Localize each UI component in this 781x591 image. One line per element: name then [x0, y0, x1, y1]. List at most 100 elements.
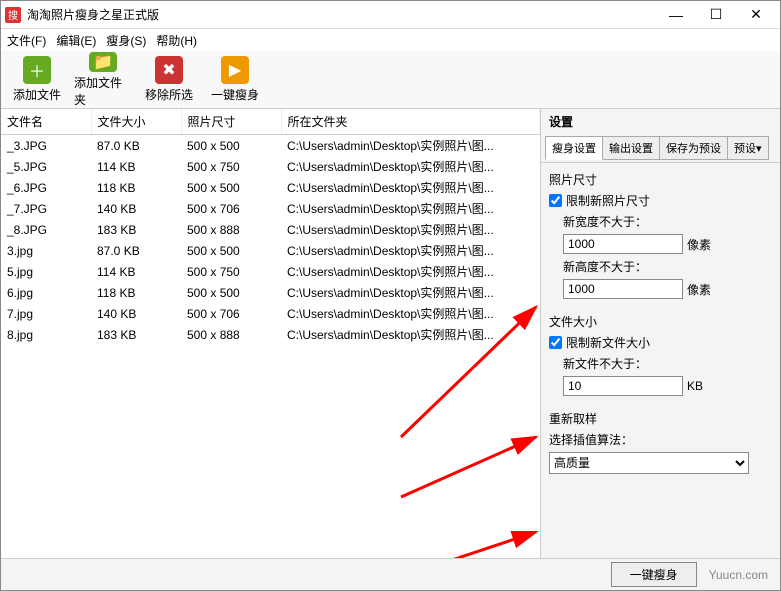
- cell-dim: 500 x 500: [181, 282, 281, 303]
- titlebar: 搜 淘淘照片瘦身之星正式版 — ☐ ✕: [1, 1, 780, 29]
- height-label: 新高度不大于：: [563, 258, 647, 275]
- height-unit: 像素: [687, 281, 711, 298]
- cell-dim: 500 x 500: [181, 240, 281, 261]
- cell-size: 87.0 KB: [91, 135, 181, 157]
- file-size-unit: KB: [687, 379, 703, 393]
- app-icon: 搜: [5, 7, 21, 23]
- group-file-size: 文件大小 限制新文件大小 新文件不大于： KB: [549, 313, 772, 396]
- width-input[interactable]: [563, 234, 683, 254]
- add-file-label: 添加文件: [13, 86, 61, 103]
- file-size-label: 新文件不大于：: [563, 355, 647, 372]
- col-folder[interactable]: 所在文件夹: [281, 109, 540, 135]
- group-photo-size: 照片尺寸 限制新照片尺寸 新宽度不大于： 像素 新高度不大于： 像素: [549, 171, 772, 299]
- width-label: 新宽度不大于：: [563, 213, 647, 230]
- cell-size: 114 KB: [91, 156, 181, 177]
- remove-button[interactable]: ✖ 移除所选: [139, 54, 199, 106]
- cell-name: _7.JPG: [1, 198, 91, 219]
- cell-dim: 500 x 750: [181, 156, 281, 177]
- cell-name: 5.jpg: [1, 261, 91, 282]
- limit-file-size-input[interactable]: [549, 336, 562, 349]
- cell-folder: C:\Users\admin\Desktop\实例照片\图...: [281, 261, 540, 282]
- table-row[interactable]: 6.jpg118 KB500 x 500C:\Users\admin\Deskt…: [1, 282, 540, 303]
- table-row[interactable]: _8.JPG183 KB500 x 888C:\Users\admin\Desk…: [1, 219, 540, 240]
- height-input[interactable]: [563, 279, 683, 299]
- limit-photo-size-input[interactable]: [549, 194, 562, 207]
- file-table: 文件名 文件大小 照片尺寸 所在文件夹 _3.JPG87.0 KB500 x 5…: [1, 109, 540, 558]
- cell-size: 183 KB: [91, 219, 181, 240]
- add-folder-button[interactable]: 📁 添加文件夹: [73, 54, 133, 106]
- cell-name: _8.JPG: [1, 219, 91, 240]
- cell-name: 6.jpg: [1, 282, 91, 303]
- tab-slim[interactable]: 瘦身设置: [545, 136, 603, 160]
- menu-slim[interactable]: 瘦身(S): [106, 32, 146, 49]
- cell-name: 7.jpg: [1, 303, 91, 324]
- cell-dim: 500 x 888: [181, 219, 281, 240]
- panel-title: 设置: [541, 109, 780, 134]
- table-row[interactable]: 8.jpg183 KB500 x 888C:\Users\admin\Deskt…: [1, 324, 540, 345]
- add-file-icon: ＋: [23, 56, 51, 84]
- resample-label: 选择插值算法：: [549, 431, 633, 448]
- cell-folder: C:\Users\admin\Desktop\实例照片\图...: [281, 303, 540, 324]
- menu-edit[interactable]: 编辑(E): [56, 32, 96, 49]
- cell-folder: C:\Users\admin\Desktop\实例照片\图...: [281, 282, 540, 303]
- cell-name: 8.jpg: [1, 324, 91, 345]
- file-size-title: 文件大小: [549, 313, 772, 330]
- go-button[interactable]: ▶ 一键瘦身: [205, 54, 265, 106]
- table-row[interactable]: _7.JPG140 KB500 x 706C:\Users\admin\Desk…: [1, 198, 540, 219]
- cell-name: _3.JPG: [1, 135, 91, 157]
- tab-preset[interactable]: 预设▾: [727, 136, 769, 160]
- main-area: 文件名 文件大小 照片尺寸 所在文件夹 _3.JPG87.0 KB500 x 5…: [1, 109, 780, 558]
- photo-size-title: 照片尺寸: [549, 171, 772, 188]
- col-name[interactable]: 文件名: [1, 109, 91, 135]
- col-dim[interactable]: 照片尺寸: [181, 109, 281, 135]
- add-file-button[interactable]: ＋ 添加文件: [7, 54, 67, 106]
- maximize-button[interactable]: ☐: [696, 2, 736, 28]
- limit-file-size-checkbox[interactable]: 限制新文件大小: [549, 334, 772, 351]
- resample-select[interactable]: 高质量: [549, 452, 749, 474]
- cell-size: 140 KB: [91, 198, 181, 219]
- limit-file-size-label: 限制新文件大小: [566, 334, 650, 351]
- table-row[interactable]: 3.jpg87.0 KB500 x 500C:\Users\admin\Desk…: [1, 240, 540, 261]
- go-icon: ▶: [221, 56, 249, 84]
- go-label: 一键瘦身: [211, 86, 259, 103]
- cell-size: 118 KB: [91, 177, 181, 198]
- footer: 一键瘦身 Yuucn.com: [1, 558, 780, 590]
- remove-icon: ✖: [155, 56, 183, 84]
- tab-save-preset[interactable]: 保存为预设: [659, 136, 728, 160]
- remove-label: 移除所选: [145, 86, 193, 103]
- cell-folder: C:\Users\admin\Desktop\实例照片\图...: [281, 219, 540, 240]
- minimize-button[interactable]: —: [656, 2, 696, 28]
- close-button[interactable]: ✕: [736, 2, 776, 28]
- cell-folder: C:\Users\admin\Desktop\实例照片\图...: [281, 156, 540, 177]
- table-row[interactable]: 7.jpg140 KB500 x 706C:\Users\admin\Deskt…: [1, 303, 540, 324]
- cell-dim: 500 x 888: [181, 324, 281, 345]
- cell-name: _5.JPG: [1, 156, 91, 177]
- cell-folder: C:\Users\admin\Desktop\实例照片\图...: [281, 198, 540, 219]
- cell-size: 87.0 KB: [91, 240, 181, 261]
- table-row[interactable]: 5.jpg114 KB500 x 750C:\Users\admin\Deskt…: [1, 261, 540, 282]
- menu-file[interactable]: 文件(F): [7, 32, 46, 49]
- menu-help[interactable]: 帮助(H): [156, 32, 197, 49]
- tab-output[interactable]: 输出设置: [602, 136, 660, 160]
- col-size[interactable]: 文件大小: [91, 109, 181, 135]
- footer-go-button[interactable]: 一键瘦身: [611, 562, 697, 587]
- cell-folder: C:\Users\admin\Desktop\实例照片\图...: [281, 240, 540, 261]
- table-row[interactable]: _6.JPG118 KB500 x 500C:\Users\admin\Desk…: [1, 177, 540, 198]
- settings-panel: 设置 瘦身设置 输出设置 保存为预设 预设▾ 照片尺寸 限制新照片尺寸 新宽度不…: [540, 109, 780, 558]
- panel-body: 照片尺寸 限制新照片尺寸 新宽度不大于： 像素 新高度不大于： 像素: [541, 163, 780, 558]
- cell-folder: C:\Users\admin\Desktop\实例照片\图...: [281, 177, 540, 198]
- file-size-input[interactable]: [563, 376, 683, 396]
- cell-dim: 500 x 706: [181, 198, 281, 219]
- cell-folder: C:\Users\admin\Desktop\实例照片\图...: [281, 135, 540, 157]
- table-row[interactable]: _5.JPG114 KB500 x 750C:\Users\admin\Desk…: [1, 156, 540, 177]
- add-folder-label: 添加文件夹: [74, 74, 132, 108]
- cell-name: 3.jpg: [1, 240, 91, 261]
- cell-size: 183 KB: [91, 324, 181, 345]
- table-row[interactable]: _3.JPG87.0 KB500 x 500C:\Users\admin\Des…: [1, 135, 540, 157]
- limit-photo-size-checkbox[interactable]: 限制新照片尺寸: [549, 192, 772, 209]
- cell-size: 118 KB: [91, 282, 181, 303]
- window-title: 淘淘照片瘦身之星正式版: [27, 6, 656, 23]
- cell-dim: 500 x 500: [181, 177, 281, 198]
- resample-title: 重新取样: [549, 410, 772, 427]
- menubar: 文件(F) 编辑(E) 瘦身(S) 帮助(H): [1, 29, 780, 51]
